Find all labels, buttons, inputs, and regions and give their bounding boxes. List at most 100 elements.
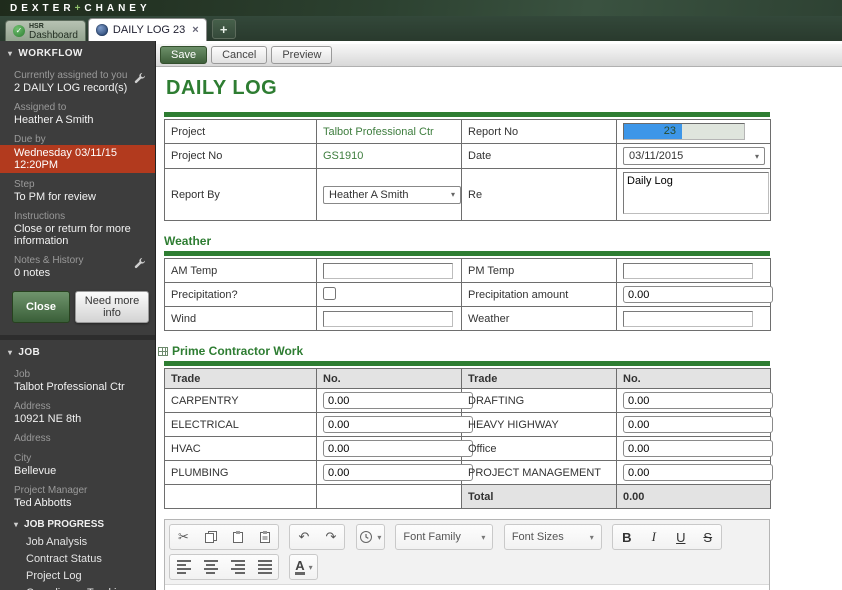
- trade-count-input[interactable]: [623, 440, 773, 457]
- total-value: 0.00: [616, 484, 771, 509]
- table-row: Wind Weather: [164, 306, 771, 331]
- workflow-panel: ▾ WORKFLOW Currently assigned to you 2 D…: [0, 41, 155, 335]
- project-label: Project: [164, 119, 317, 144]
- trade-name: ELECTRICAL: [164, 412, 317, 437]
- save-button[interactable]: Save: [160, 46, 208, 64]
- close-button[interactable]: Close: [12, 291, 70, 323]
- total-label: Total: [461, 484, 617, 509]
- wrench-icon[interactable]: [133, 257, 147, 271]
- font-sizes-label: Font Sizes: [511, 531, 564, 543]
- align-left-icon[interactable]: [170, 555, 197, 579]
- report-by-label: Report By: [164, 168, 317, 221]
- table-row: ELECTRICAL HEAVY HIGHWAY: [164, 412, 773, 437]
- trade-count-input[interactable]: [323, 464, 473, 481]
- text-color-button[interactable]: A ▾: [290, 555, 317, 579]
- job-title: JOB: [18, 347, 41, 358]
- am-temp-input[interactable]: [323, 262, 453, 279]
- align-center-icon[interactable]: [197, 555, 224, 579]
- pcw-section-header: Prime Contractor Work: [158, 344, 842, 358]
- wrench-icon[interactable]: [133, 72, 147, 86]
- trade-name: HVAC: [164, 436, 317, 461]
- weather-section-title: Weather: [164, 234, 212, 248]
- notes-history-label: Notes & History: [0, 249, 155, 269]
- underline-button[interactable]: U: [667, 525, 694, 549]
- restore-draft-icon[interactable]: ▾: [357, 525, 384, 549]
- redo-icon[interactable]: ↷: [317, 525, 344, 549]
- tab-dashboard[interactable]: ✓ HSR Dashboard: [5, 20, 86, 41]
- trade-name: CARPENTRY: [164, 388, 317, 413]
- workflow-title: WORKFLOW: [18, 48, 83, 59]
- trade-count-input[interactable]: [623, 464, 773, 481]
- trade-name: Office: [461, 436, 617, 461]
- project-no-label: Project No: [164, 143, 317, 169]
- trade-count-input[interactable]: [323, 392, 473, 409]
- table-row: Precipitation? Precipitation amount: [164, 282, 773, 307]
- pcw-table: Trade No. Trade No. CARPENTRY DRAFTING E…: [164, 368, 773, 509]
- wind-input[interactable]: [323, 310, 453, 327]
- precipitation-label: Precipitation?: [164, 282, 317, 307]
- report-by-dropdown[interactable]: Heather A Smith ▾: [323, 185, 461, 204]
- sidebar-item-job-analysis[interactable]: Job Analysis: [0, 534, 155, 551]
- chevron-down-icon: ▾: [450, 190, 455, 199]
- paste-as-text-icon[interactable]: [251, 525, 278, 549]
- font-sizes-dropdown[interactable]: Font Sizes ▾: [505, 525, 601, 549]
- trade-count-input[interactable]: [323, 416, 473, 433]
- date-dropdown[interactable]: 03/11/2015 ▾: [623, 147, 765, 165]
- date-label: Date: [461, 143, 617, 169]
- job-field-value: 10921 NE 8th: [14, 413, 82, 425]
- cancel-button[interactable]: Cancel: [211, 46, 268, 64]
- tab-close-icon[interactable]: ×: [192, 24, 198, 36]
- trade-count-input[interactable]: [323, 440, 473, 457]
- trade-count-input[interactable]: [623, 416, 773, 433]
- job-field-label: Project Manager: [14, 485, 88, 496]
- trade-column-header: Trade: [164, 368, 317, 389]
- grid-table-icon: [158, 346, 168, 356]
- weather-table: AM Temp PM Temp Precipitation? Precipita…: [164, 258, 773, 331]
- job-progress-title: JOB PROGRESS: [24, 519, 105, 530]
- job-field-label: City: [14, 453, 32, 464]
- align-justify-icon[interactable]: [251, 555, 278, 579]
- assigned-to-value: Heather A Smith: [14, 114, 94, 126]
- paste-icon[interactable]: [224, 525, 251, 549]
- job-field-label: Address: [14, 401, 51, 412]
- italic-button[interactable]: I: [640, 525, 667, 549]
- text-color-letter: A: [295, 558, 305, 575]
- weather-input[interactable]: [623, 310, 753, 327]
- strikethrough-button[interactable]: S: [694, 525, 721, 549]
- pm-temp-input[interactable]: [623, 262, 753, 279]
- job-progress-header[interactable]: ▾ JOB PROGRESS: [0, 511, 155, 534]
- editor-content[interactable]: What did I do today.: [165, 585, 769, 590]
- trade-count-input[interactable]: [623, 392, 773, 409]
- sidebar-item-project-log[interactable]: Project Log: [0, 568, 155, 585]
- sidebar-item-contract-status[interactable]: Contract Status: [0, 551, 155, 568]
- font-family-dropdown[interactable]: Font Family ▾: [396, 525, 492, 549]
- new-tab-button[interactable]: +: [211, 19, 236, 39]
- cut-icon[interactable]: ✂: [170, 525, 197, 549]
- chevron-down-icon: ▾: [377, 532, 382, 542]
- re-textarea[interactable]: Daily Log: [623, 172, 769, 214]
- undo-icon[interactable]: ↶: [290, 525, 317, 549]
- form-action-toolbar: Save Cancel Preview: [156, 43, 842, 67]
- trade-name: PROJECT MANAGEMENT: [461, 460, 617, 485]
- align-right-icon[interactable]: [224, 555, 251, 579]
- bold-button[interactable]: B: [613, 525, 640, 549]
- chevron-down-icon: ▾: [8, 49, 13, 58]
- sidebar-item-compliance-tracking[interactable]: Compliance Tracking: [0, 585, 155, 590]
- step-value: To PM for review: [14, 191, 96, 203]
- preview-button[interactable]: Preview: [271, 46, 333, 64]
- precip-amount-input[interactable]: [623, 286, 773, 303]
- report-no-field[interactable]: 23: [623, 123, 745, 140]
- logo-plus-icon: +: [74, 2, 85, 14]
- tab-bar: ✓ HSR Dashboard DAILY LOG 23 × +: [0, 16, 842, 41]
- job-section-header[interactable]: ▾ JOB: [0, 340, 155, 363]
- step-label: Step: [14, 179, 35, 190]
- daily-log-info-table: Project Talbot Professional Ctr Report N…: [164, 119, 771, 221]
- need-more-info-button[interactable]: Need more info: [74, 291, 149, 323]
- copy-icon[interactable]: [197, 525, 224, 549]
- form-body: DAILY LOG Project Talbot Professional Ct…: [156, 67, 842, 590]
- font-family-label: Font Family: [403, 531, 461, 543]
- precipitation-checkbox[interactable]: [323, 286, 336, 300]
- tab-daily-log[interactable]: DAILY LOG 23 ×: [87, 18, 207, 41]
- table-header-row: Trade No. Trade No.: [164, 368, 771, 389]
- workflow-section-header[interactable]: ▾ WORKFLOW: [0, 41, 155, 64]
